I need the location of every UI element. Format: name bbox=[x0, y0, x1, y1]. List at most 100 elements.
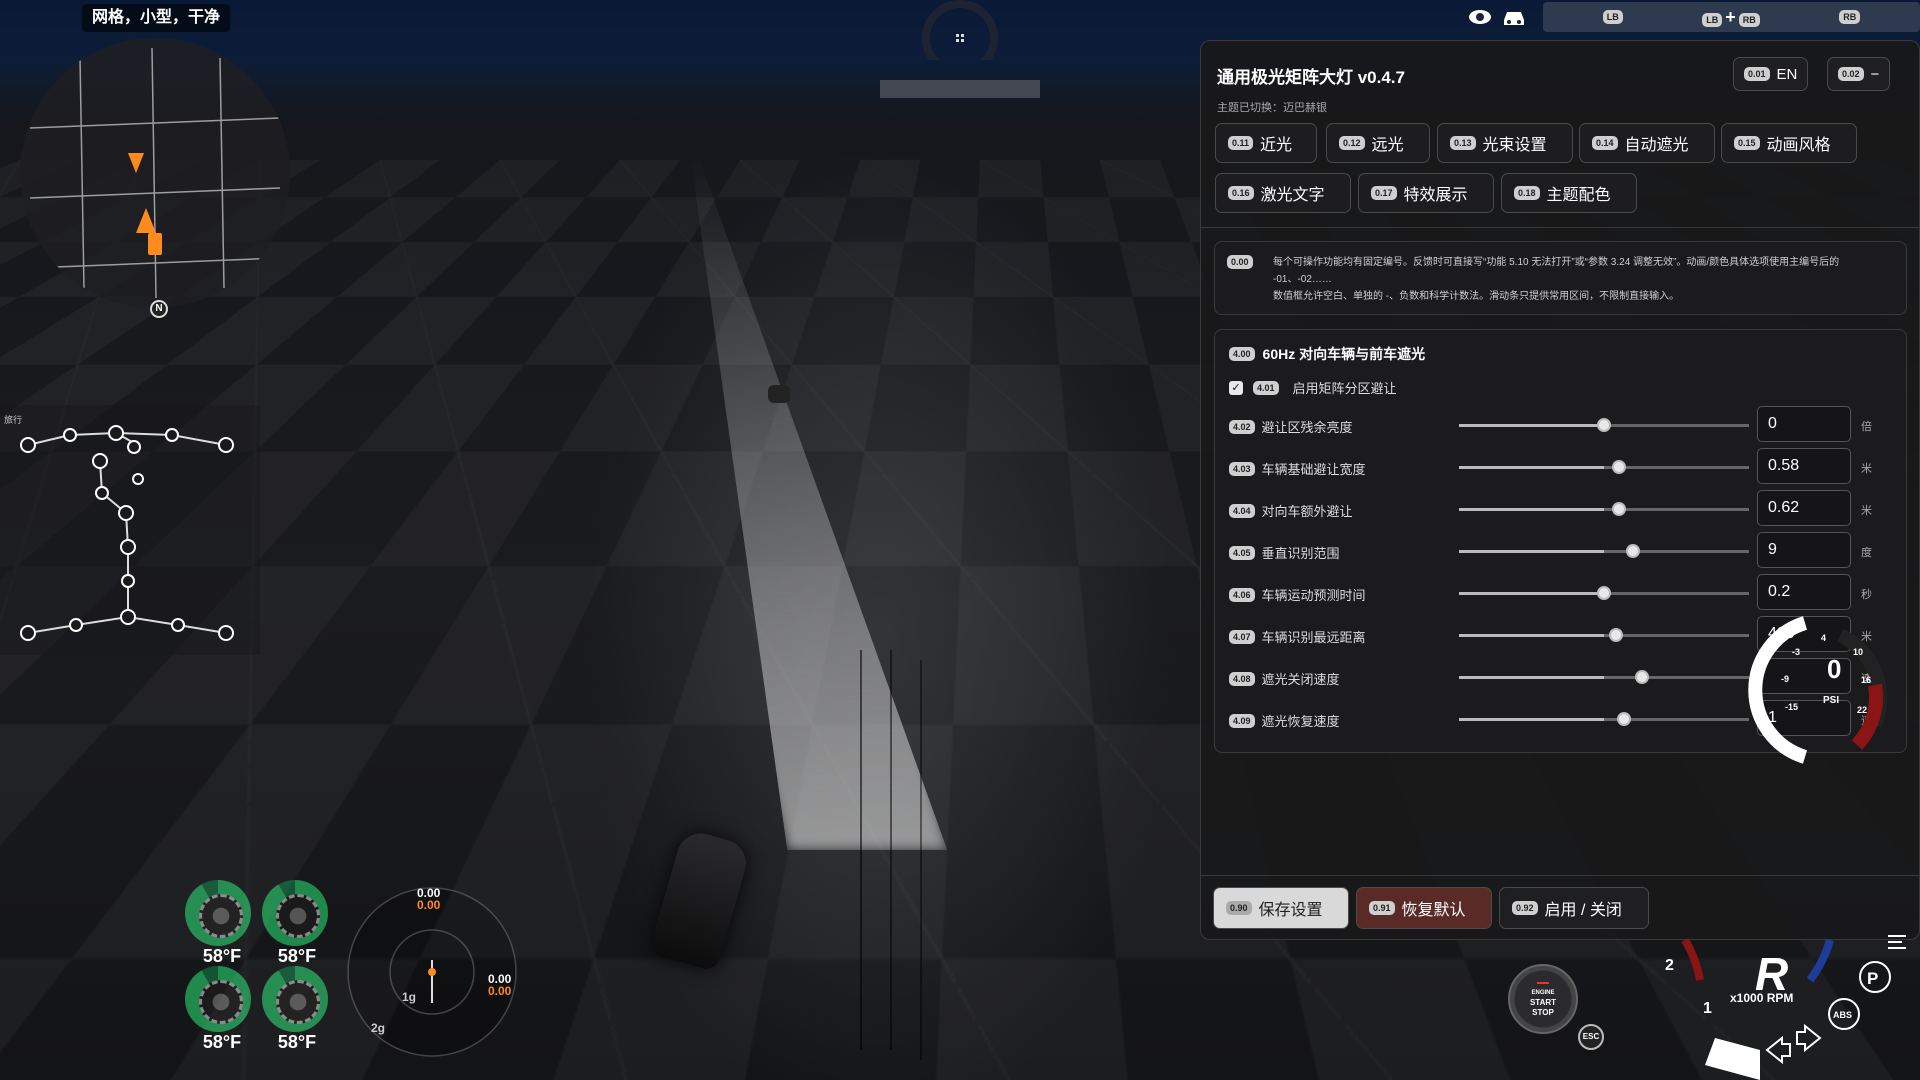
language-code: 0.01 bbox=[1744, 67, 1770, 81]
restore-code: 0.91 bbox=[1369, 901, 1395, 915]
minimap-grid bbox=[20, 38, 290, 308]
help-note-code: 0.00 bbox=[1227, 255, 1253, 269]
rb-button[interactable]: RB bbox=[1839, 10, 1860, 24]
tab-high-beam[interactable]: 0.12 远光 bbox=[1326, 123, 1430, 163]
parameter-slider-thumb[interactable] bbox=[1612, 502, 1626, 516]
boost-tick: 22 bbox=[1857, 705, 1867, 715]
g-ring-1-label: 1g bbox=[402, 991, 416, 1003]
tire-front-left-icon bbox=[185, 880, 251, 946]
tab-label: 光束设置 bbox=[1483, 131, 1547, 155]
camera-controls: LB LB + RB RB bbox=[1543, 2, 1920, 32]
parameter-label: 车辆识别最远距离 bbox=[1262, 627, 1366, 646]
parameter-code: 4.07 bbox=[1229, 630, 1255, 644]
parameter-input[interactable] bbox=[1757, 448, 1851, 484]
parameter-slider-thumb[interactable] bbox=[1612, 460, 1626, 474]
tab-laser-text[interactable]: 0.16 激光文字 bbox=[1215, 173, 1351, 213]
minimize-button[interactable]: 0.02 − bbox=[1827, 57, 1890, 91]
boost-gauge: 0 PSI -3 -9 -15 4 10 16 22 bbox=[1745, 615, 1905, 765]
top-right-toolbar: LB LB + RB RB bbox=[1465, 0, 1920, 34]
language-button[interactable]: 0.01 EN bbox=[1733, 57, 1808, 91]
minimize-code: 0.02 bbox=[1838, 67, 1864, 81]
map-mode-label[interactable]: 网格，小型，干净 bbox=[82, 4, 230, 32]
parameter-label: 垂直识别范围 bbox=[1262, 543, 1340, 562]
parameter-row: 4.05 垂直识别范围 度 bbox=[1229, 532, 1899, 570]
matrix-avoid-checkbox-row[interactable]: ✓ 4.01 启用矩阵分区避让 bbox=[1229, 378, 1397, 397]
parameter-label: 对向车额外避让 bbox=[1262, 501, 1353, 520]
abs-label: ABS bbox=[1833, 1010, 1852, 1020]
parameter-slider-track[interactable] bbox=[1459, 718, 1749, 721]
boost-tick: 16 bbox=[1861, 675, 1871, 685]
tab-beam-settings[interactable]: 0.13 光束设置 bbox=[1437, 123, 1573, 163]
parameter-input[interactable] bbox=[1757, 406, 1851, 442]
boost-tick: -3 bbox=[1792, 647, 1800, 657]
tab-auto-shading[interactable]: 0.14 自动遮光 bbox=[1579, 123, 1715, 163]
parameter-slider-thumb[interactable] bbox=[1635, 670, 1649, 684]
parameter-label: 遮光恢复速度 bbox=[1262, 711, 1340, 730]
parameter-label-group: 4.08 遮光关闭速度 bbox=[1229, 669, 1340, 688]
section-code: 4.00 bbox=[1229, 347, 1255, 361]
vehicle-marker-icon bbox=[148, 233, 162, 255]
parameter-label: 车辆运动预测时间 bbox=[1262, 585, 1366, 604]
parameter-slider-track[interactable] bbox=[1459, 634, 1749, 637]
parameter-slider-track[interactable] bbox=[1459, 508, 1749, 511]
parameter-slider-thumb[interactable] bbox=[1597, 418, 1611, 432]
left-turn-signal-icon bbox=[1767, 1038, 1790, 1062]
tire-temp-rear-left: 58°F bbox=[187, 1032, 257, 1053]
save-button[interactable]: 0.90 保存设置 bbox=[1213, 887, 1349, 929]
parameter-unit: 度 bbox=[1861, 544, 1872, 560]
parameter-row: 4.03 车辆基础避让宽度 米 bbox=[1229, 448, 1899, 486]
parameter-input[interactable] bbox=[1757, 574, 1851, 610]
boost-value: 0 bbox=[1827, 654, 1841, 684]
parameter-label-group: 4.09 遮光恢复速度 bbox=[1229, 711, 1340, 730]
combo-rb-label: RB bbox=[1739, 13, 1760, 27]
parameter-input[interactable] bbox=[1757, 532, 1851, 568]
minimap[interactable] bbox=[20, 38, 290, 308]
tab-label: 主题配色 bbox=[1547, 181, 1611, 205]
headlight-indicator-icon bbox=[1888, 936, 1906, 948]
esc-button[interactable]: ESC bbox=[1578, 1024, 1604, 1050]
lb-button[interactable]: LB bbox=[1603, 10, 1623, 24]
tab-effects-showcase[interactable]: 0.17 特效展示 bbox=[1358, 173, 1494, 213]
parameter-slider-thumb[interactable] bbox=[1609, 628, 1623, 642]
north-indicator: N bbox=[150, 300, 168, 318]
eye-icon[interactable] bbox=[1465, 2, 1495, 32]
parameter-input[interactable] bbox=[1757, 490, 1851, 526]
toggle-label: 启用 / 关闭 bbox=[1545, 896, 1622, 920]
tab-code: 0.11 bbox=[1228, 136, 1253, 150]
parameter-slider-thumb[interactable] bbox=[1626, 544, 1640, 558]
g-right-orange: 0.00 bbox=[488, 985, 511, 997]
parameter-label: 车辆基础避让宽度 bbox=[1262, 459, 1366, 478]
tab-animation-style[interactable]: 0.15 动画风格 bbox=[1721, 123, 1857, 163]
restore-defaults-button[interactable]: 0.91 恢复默认 bbox=[1356, 887, 1492, 929]
parameter-slider-track[interactable] bbox=[1459, 676, 1749, 679]
parameter-code: 4.02 bbox=[1229, 420, 1255, 434]
parameter-unit: 米 bbox=[1861, 502, 1872, 518]
parameter-unit: 倍 bbox=[1861, 418, 1872, 434]
parameter-slider-thumb[interactable] bbox=[1597, 586, 1611, 600]
checkbox-label: 启用矩阵分区避让 bbox=[1293, 378, 1397, 397]
player-arrow-icon bbox=[136, 208, 156, 233]
lb-rb-combo[interactable]: LB + RB bbox=[1702, 7, 1760, 28]
tab-code: 0.12 bbox=[1339, 136, 1365, 150]
g-ring-2-label: 2g bbox=[371, 1022, 385, 1034]
tab-label: 自动遮光 bbox=[1625, 131, 1689, 155]
help-note-line-2: 数值框允许空白、单独的 -、负数和科学计数法。滑动条只提供常用区间，不限制直接输… bbox=[1273, 288, 1896, 305]
boost-tick: 10 bbox=[1853, 647, 1863, 657]
toggle-enable-button[interactable]: 0.92 启用 / 关闭 bbox=[1499, 887, 1649, 929]
boost-unit: PSI bbox=[1823, 695, 1839, 706]
rpm-tick: 1 bbox=[1703, 1000, 1712, 1017]
car-icon[interactable] bbox=[1499, 2, 1529, 32]
parameter-unit: 秒 bbox=[1861, 586, 1872, 602]
parameter-label-group: 4.03 车辆基础避让宽度 bbox=[1229, 459, 1366, 478]
panel-subtitle: 主题已切换：迈巴赫银 bbox=[1217, 99, 1327, 115]
parameter-slider-track[interactable] bbox=[1459, 550, 1749, 553]
parameter-slider-track[interactable] bbox=[1459, 466, 1749, 469]
g-value-right: 0.00 0.00 bbox=[488, 973, 511, 997]
tab-code: 0.14 bbox=[1592, 136, 1618, 150]
matrix-avoid-checkbox[interactable]: ✓ bbox=[1229, 381, 1243, 395]
engine-start-stop-button[interactable]: ENGINE START STOP bbox=[1508, 964, 1578, 1034]
input-diagram: 旅行 bbox=[0, 405, 260, 655]
tab-low-beam[interactable]: 0.11 近光 bbox=[1215, 123, 1317, 163]
parameter-slider-thumb[interactable] bbox=[1617, 712, 1631, 726]
tab-theme-colors[interactable]: 0.18 主题配色 bbox=[1501, 173, 1637, 213]
